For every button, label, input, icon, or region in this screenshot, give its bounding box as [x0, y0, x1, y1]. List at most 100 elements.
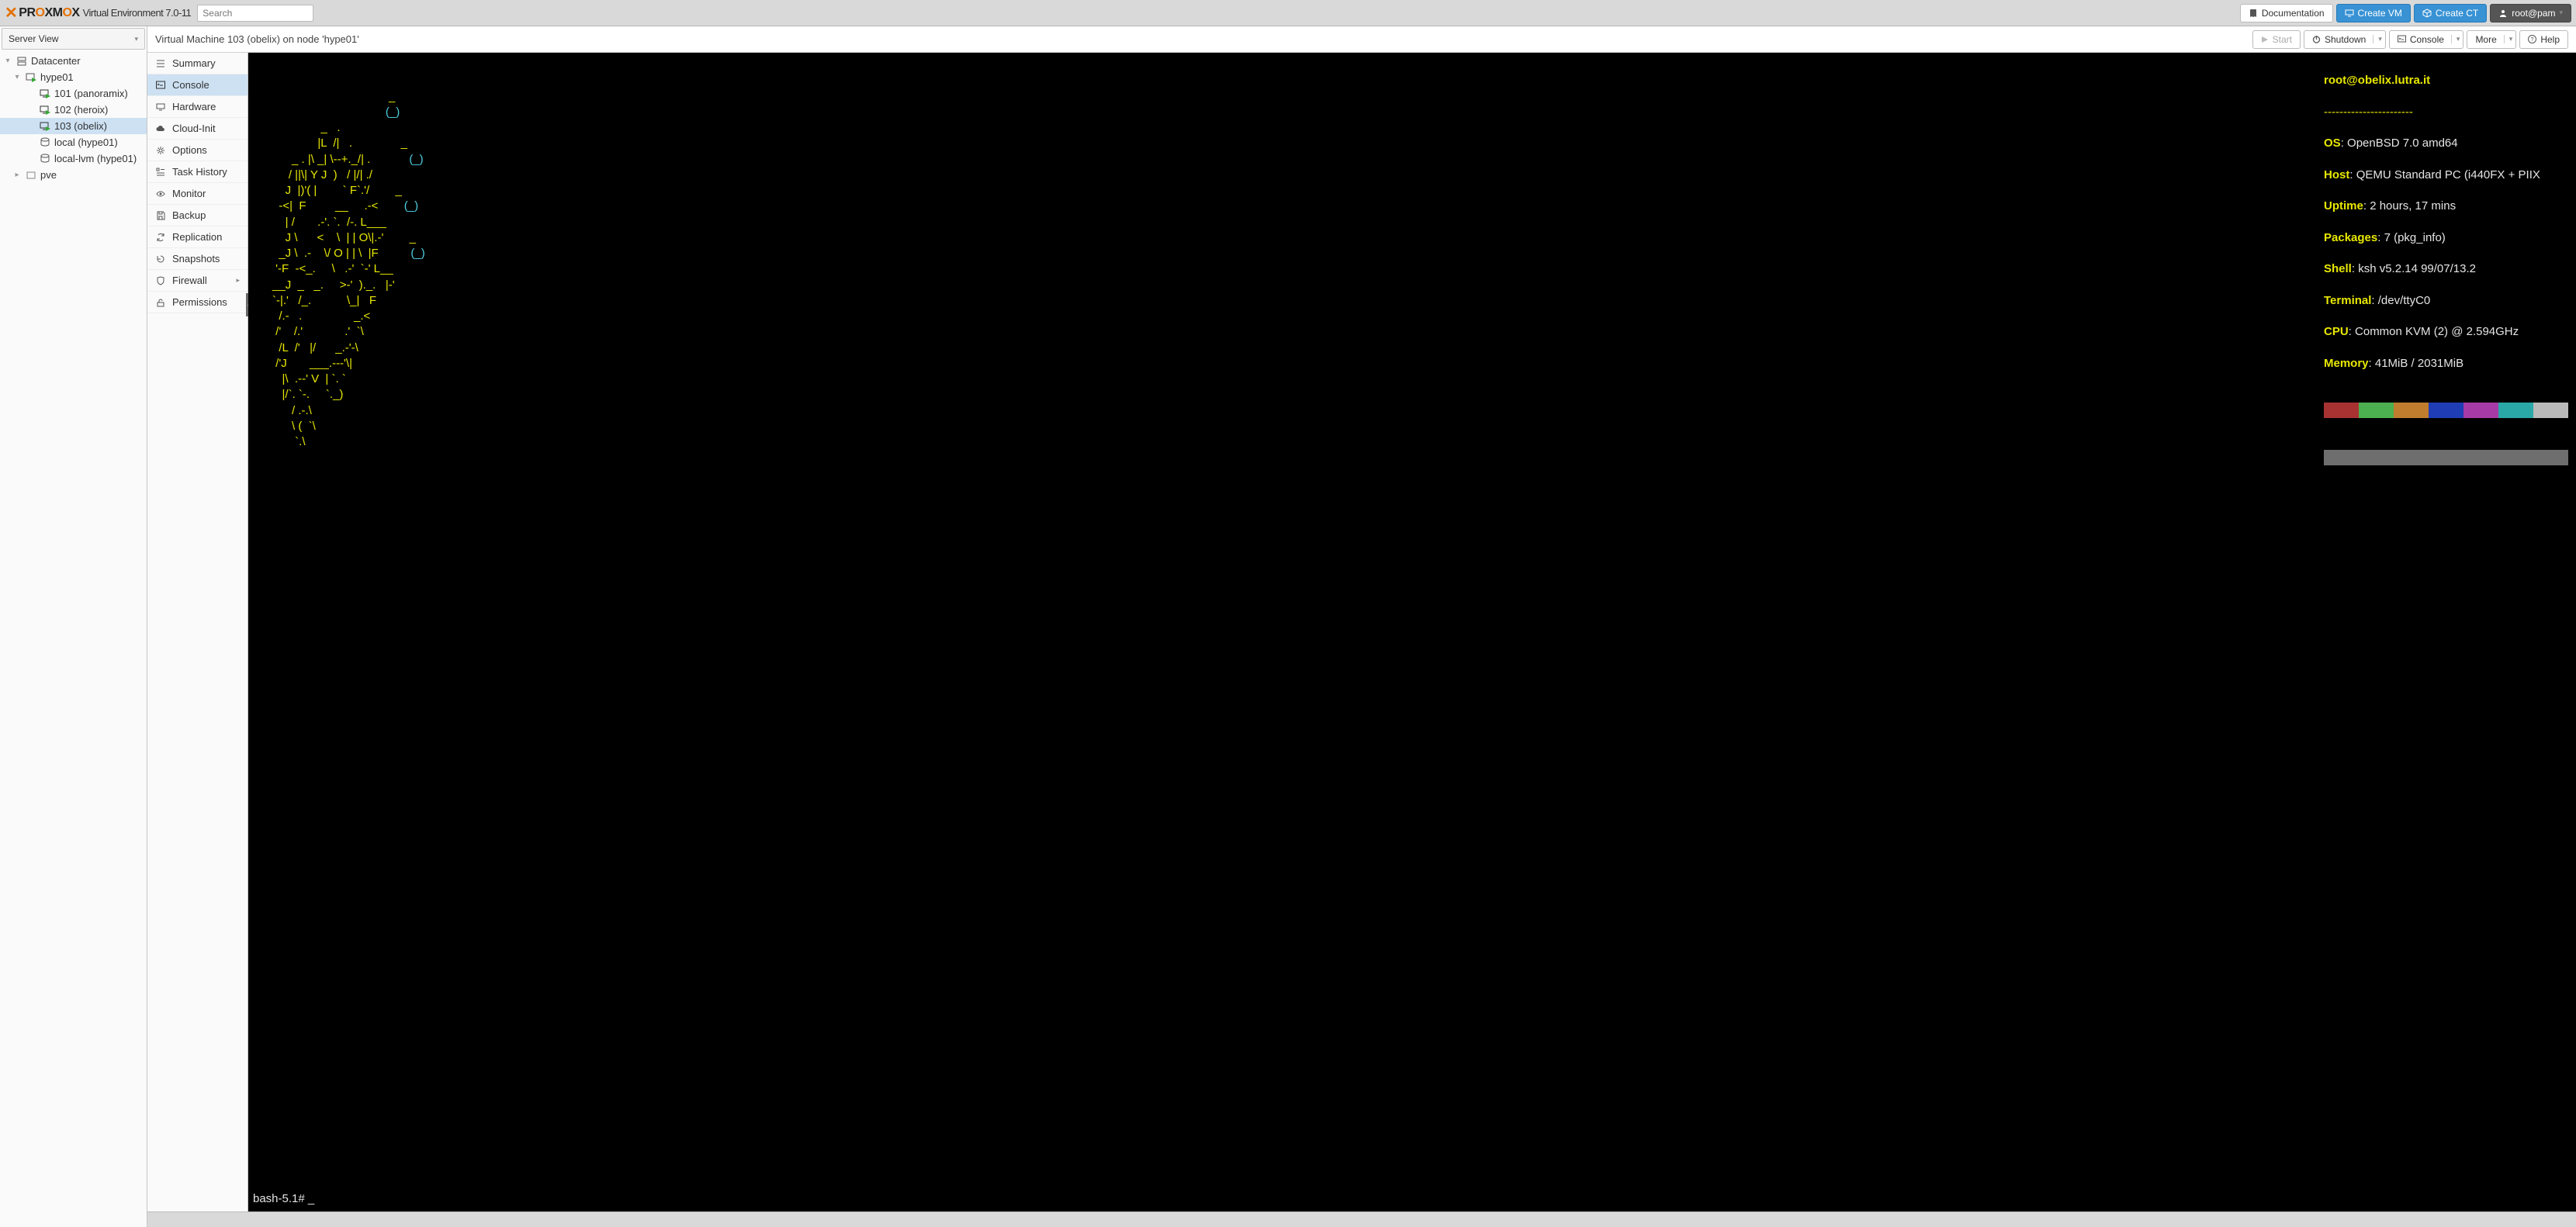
vm-submenu: Summary Console Hardware Cloud-Init Opti… — [147, 53, 248, 1211]
system-info-block: root@obelix.lutra.it -------------------… — [2324, 57, 2568, 496]
vm-console[interactable]: _ (_) _ . |L /| . _ _ . |\ _| \--+._/| .… — [248, 53, 2576, 1211]
more-label: More — [2475, 34, 2496, 45]
content-panel: Virtual Machine 103 (obelix) on node 'hy… — [147, 26, 2576, 1227]
submenu-label: Permissions — [172, 296, 227, 308]
submenu-console[interactable]: Console — [147, 74, 248, 96]
unlock-icon — [155, 297, 166, 308]
create-ct-label: Create CT — [2436, 8, 2478, 19]
terminal-icon — [155, 80, 166, 91]
monitor-icon — [2345, 9, 2354, 18]
expand-icon: ▸ — [12, 171, 22, 179]
storage-icon — [39, 137, 51, 149]
vm-running-icon — [39, 88, 51, 100]
submenu-backup[interactable]: Backup — [147, 205, 248, 226]
tree-node-local-lvm[interactable]: local-lvm (hype01) — [0, 150, 147, 167]
chevron-down-icon: ▾ — [134, 35, 138, 43]
book-icon — [2249, 9, 2258, 18]
top-header: ✕ PROXMOX Virtual Environment 7.0-11 Doc… — [0, 0, 2576, 26]
play-icon — [2261, 36, 2269, 43]
help-label: Help — [2540, 34, 2560, 45]
node-label: 102 (heroix) — [54, 104, 108, 116]
help-button[interactable]: ? Help — [2519, 30, 2568, 49]
submenu-label: Snapshots — [172, 253, 220, 264]
submenu-label: Backup — [172, 209, 206, 221]
more-button[interactable]: More ▾ — [2467, 30, 2516, 49]
search-input[interactable] — [197, 5, 313, 22]
resource-tree: ▾ Datacenter ▾ hype01 101 (panoramix) 10… — [0, 51, 147, 1227]
collapse-icon: ▾ — [12, 73, 22, 81]
logo-x-icon: ✕ — [5, 3, 17, 22]
save-icon — [155, 210, 166, 221]
submenu-monitor[interactable]: Monitor — [147, 183, 248, 205]
node-icon — [25, 169, 37, 181]
shutdown-label: Shutdown — [2325, 34, 2366, 45]
submenu-replication[interactable]: Replication — [147, 226, 248, 248]
shell-prompt: bash-5.1# _ — [253, 1191, 314, 1207]
chevron-down-icon[interactable]: ▾ — [2373, 35, 2382, 43]
node-label: pve — [40, 169, 57, 181]
create-vm-button[interactable]: Create VM — [2336, 4, 2411, 22]
submenu-label: Hardware — [172, 101, 216, 112]
storage-icon — [39, 153, 51, 165]
tree-node-vm103[interactable]: 103 (obelix) — [0, 118, 147, 134]
submenu-options[interactable]: Options — [147, 140, 248, 161]
info-divider: ----------------------- — [2324, 105, 2568, 120]
submenu-label: Firewall — [172, 275, 207, 286]
documentation-button[interactable]: Documentation — [2240, 4, 2333, 22]
documentation-label: Documentation — [2262, 8, 2325, 19]
monitor-icon — [155, 102, 166, 112]
logo: ✕ PROXMOX Virtual Environment 7.0-11 — [5, 3, 191, 22]
node-label: 101 (panoramix) — [54, 88, 128, 99]
list-icon — [155, 58, 166, 69]
tree-node-pve[interactable]: ▸ pve — [0, 167, 147, 183]
color-palette-top — [2324, 403, 2568, 418]
svg-text:?: ? — [2531, 37, 2534, 43]
node-label: local-lvm (hype01) — [54, 153, 137, 164]
submenu-permissions[interactable]: Permissions — [147, 292, 248, 313]
node-label: local (hype01) — [54, 137, 118, 148]
tree-node-hype01[interactable]: ▾ hype01 — [0, 69, 147, 85]
tree-view-label: Server View — [9, 33, 58, 44]
chevron-right-icon: ▸ — [236, 276, 240, 285]
user-icon — [2498, 9, 2508, 18]
console-label: Console — [2410, 34, 2444, 45]
eye-icon — [155, 188, 166, 199]
submenu-label: Console — [172, 79, 209, 91]
submenu-summary[interactable]: Summary — [147, 53, 248, 74]
submenu-label: Options — [172, 144, 207, 156]
content-title: Virtual Machine 103 (obelix) on node 'hy… — [155, 33, 359, 45]
tree-view-selector[interactable]: Server View ▾ — [2, 28, 145, 50]
shutdown-button[interactable]: Shutdown ▾ — [2304, 30, 2386, 49]
create-vm-label: Create VM — [2358, 8, 2402, 19]
start-button[interactable]: Start — [2252, 30, 2301, 49]
version-label: Virtual Environment 7.0-11 — [83, 7, 192, 19]
submenu-cloudinit[interactable]: Cloud-Init — [147, 118, 248, 140]
help-icon: ? — [2528, 35, 2536, 43]
cube-icon — [2422, 9, 2432, 18]
sync-icon — [155, 232, 166, 243]
tree-node-datacenter[interactable]: ▾ Datacenter — [0, 53, 147, 69]
submenu-label: Summary — [172, 57, 216, 69]
vm-running-icon — [39, 104, 51, 116]
tree-node-local[interactable]: local (hype01) — [0, 134, 147, 150]
tree-node-vm101[interactable]: 101 (panoramix) — [0, 85, 147, 102]
create-ct-button[interactable]: Create CT — [2414, 4, 2487, 22]
vm-running-icon — [39, 120, 51, 133]
chevron-down-icon[interactable]: ▾ — [2451, 35, 2460, 43]
tree-node-vm102[interactable]: 102 (heroix) — [0, 102, 147, 118]
console-button[interactable]: Console ▾ — [2389, 30, 2464, 49]
cloud-icon — [155, 123, 166, 134]
server-icon — [16, 55, 28, 67]
user-menu-button[interactable]: root@pam ▾ — [2490, 4, 2571, 22]
node-label: 103 (obelix) — [54, 120, 107, 132]
terminal-icon — [2398, 35, 2406, 43]
gear-icon — [155, 145, 166, 156]
submenu-task-history[interactable]: Task History — [147, 161, 248, 183]
chevron-down-icon[interactable]: ▾ — [2504, 35, 2513, 43]
submenu-snapshots[interactable]: Snapshots — [147, 248, 248, 270]
submenu-firewall[interactable]: Firewall ▸ — [147, 270, 248, 292]
ascii-art: _ (_) _ . |L /| . _ _ . |\ _| \--+._/| .… — [253, 89, 2571, 451]
status-bar — [147, 1211, 2576, 1227]
user-label: root@pam — [2512, 8, 2555, 19]
submenu-hardware[interactable]: Hardware — [147, 96, 248, 118]
